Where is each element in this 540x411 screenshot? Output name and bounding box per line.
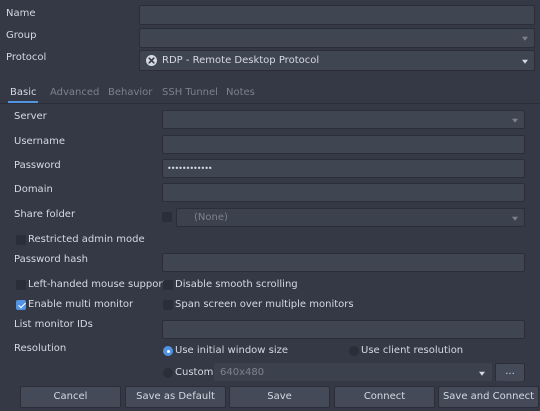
protocol-combo[interactable]: RDP - Remote Desktop Protocol [139, 50, 535, 71]
use-initial-radio[interactable] [163, 346, 173, 356]
span-screen-label: Span screen over multiple monitors [175, 299, 354, 310]
tab-notes[interactable]: Notes [226, 86, 255, 100]
left-handed-label: Left-handed mouse support [28, 279, 167, 290]
monitor-ids-label: List monitor IDs [14, 319, 93, 330]
custom-radio[interactable] [163, 368, 173, 378]
share-folder-label: Share folder [14, 209, 76, 220]
multi-monitor-label: Enable multi monitor [28, 299, 134, 310]
group-combo[interactable] [139, 28, 535, 48]
custom-resolution-combo[interactable]: 640x480 [214, 363, 492, 382]
monitor-ids-input[interactable] [162, 320, 525, 339]
group-label: Group [6, 30, 37, 41]
custom-label: Custom [175, 367, 214, 378]
tab-behavior[interactable]: Behavior [108, 86, 152, 100]
save-button[interactable]: Save [229, 386, 330, 408]
protocol-value: RDP - Remote Desktop Protocol [162, 55, 320, 66]
server-label: Server [14, 111, 47, 122]
chevron-down-icon [522, 59, 528, 64]
chevron-down-icon [512, 118, 518, 123]
password-label: Password [14, 160, 61, 171]
connect-button[interactable]: Connect [334, 386, 435, 408]
save-as-default-button[interactable]: Save as Default [125, 386, 226, 408]
disable-smooth-label: Disable smooth scrolling [175, 279, 298, 290]
restricted-admin-checkbox[interactable] [16, 235, 26, 245]
multi-monitor-checkbox[interactable] [16, 300, 26, 310]
use-client-radio[interactable] [349, 346, 359, 356]
password-value: •••••••••••• [167, 164, 213, 173]
share-folder-combo[interactable]: (None) [176, 208, 525, 227]
left-handed-checkbox[interactable] [16, 280, 26, 290]
tab-divider [0, 103, 540, 104]
resolution-label: Resolution [14, 343, 67, 354]
protocol-label: Protocol [6, 52, 47, 63]
use-initial-label: Use initial window size [175, 345, 289, 356]
use-client-label: Use client resolution [361, 345, 464, 356]
password-hash-label: Password hash [14, 254, 88, 265]
domain-input[interactable] [162, 183, 525, 202]
custom-resolution-more-button[interactable]: ... [495, 363, 525, 382]
username-label: Username [14, 136, 65, 147]
domain-label: Domain [14, 184, 53, 195]
restricted-admin-label: Restricted admin mode [28, 234, 145, 245]
name-input[interactable] [139, 5, 535, 25]
disable-smooth-checkbox[interactable] [163, 280, 173, 290]
share-folder-value: (None) [194, 212, 228, 223]
span-screen-checkbox[interactable] [163, 300, 173, 310]
rdp-plugin-icon [146, 55, 157, 66]
username-input[interactable] [162, 135, 525, 154]
chevron-down-icon [522, 36, 528, 41]
share-folder-checkbox[interactable] [162, 212, 172, 222]
tab-ssh-tunnel[interactable]: SSH Tunnel [162, 86, 218, 100]
password-input[interactable]: •••••••••••• [162, 159, 525, 178]
save-and-connect-button[interactable]: Save and Connect [438, 386, 539, 408]
chevron-down-icon [512, 216, 518, 221]
name-label: Name [6, 8, 36, 19]
custom-resolution-value: 640x480 [220, 367, 265, 378]
tab-advanced[interactable]: Advanced [50, 86, 99, 100]
password-hash-input[interactable] [162, 253, 525, 272]
chevron-down-icon [479, 371, 485, 376]
tab-basic[interactable]: Basic [10, 86, 36, 100]
cancel-button[interactable]: Cancel [20, 386, 121, 408]
server-combo[interactable] [162, 110, 525, 129]
